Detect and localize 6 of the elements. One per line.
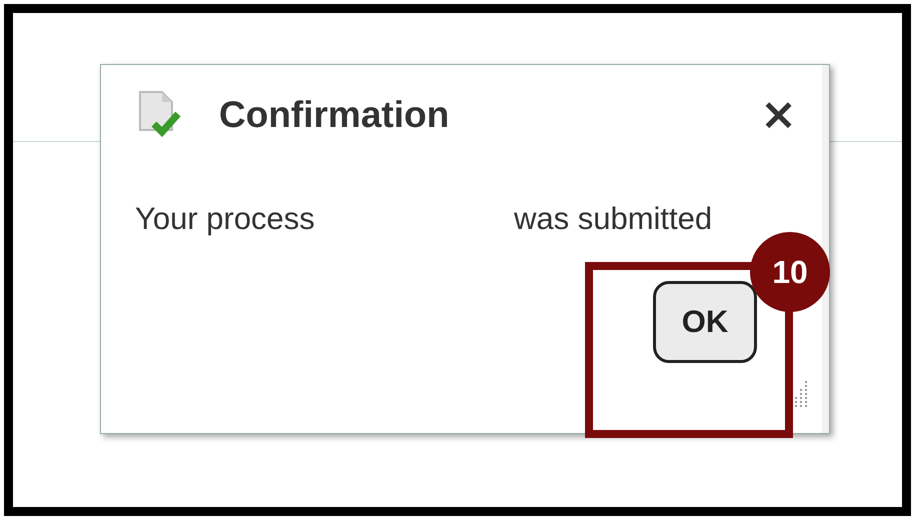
close-button[interactable]: ×	[760, 93, 797, 137]
message-text: was submitted	[514, 201, 714, 237]
resize-grip-icon[interactable]	[795, 381, 809, 409]
message-text: Your process	[135, 201, 316, 237]
ok-button[interactable]: OK	[653, 281, 757, 363]
dialog-title: Confirmation	[219, 94, 450, 136]
